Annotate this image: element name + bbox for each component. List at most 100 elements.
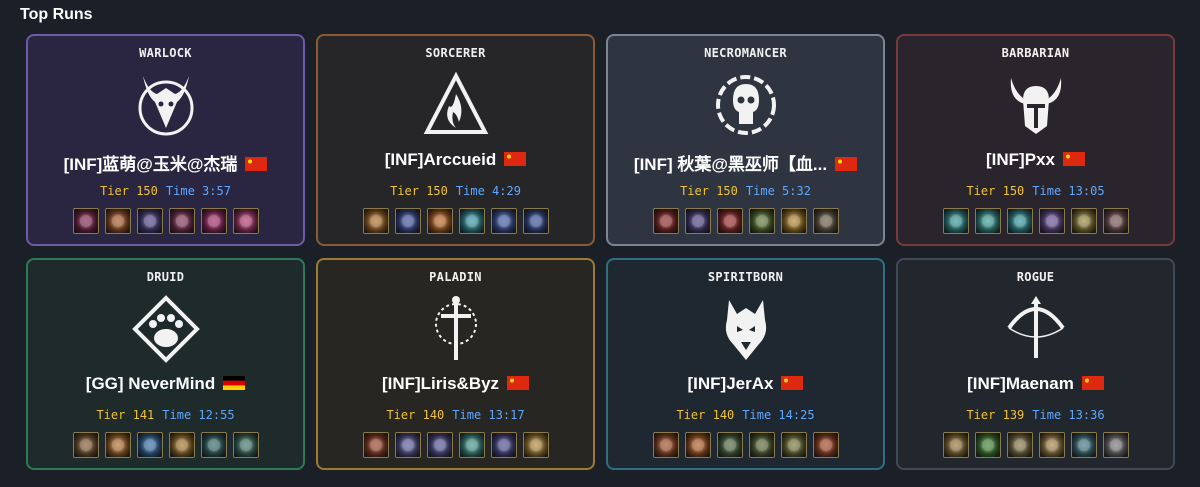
player-name: [INF]JerAx [608, 374, 883, 394]
class-name: PALADIN [429, 270, 482, 284]
run-card-necromancer[interactable]: NECROMANCER [INF] 秋葉@黑巫师【血... Tier 150 Ti… [606, 34, 885, 246]
skill-icon [394, 432, 421, 458]
skill-icon [104, 432, 131, 458]
china-flag-icon [1081, 376, 1104, 390]
run-card-barbarian[interactable]: BARBARIAN [INF]Pxx Tier 150 Time 13:05 [896, 34, 1175, 246]
player-name: [INF]Liris&Byz [318, 374, 593, 394]
warlock-emblem-icon [138, 76, 193, 136]
run-stats: Tier 150 Time 4:29 [318, 184, 593, 198]
skill-icon [426, 432, 453, 458]
skill-bar [898, 432, 1173, 458]
skill-icon [812, 432, 839, 458]
class-name: NECROMANCER [704, 46, 787, 60]
skill-icon [1102, 208, 1129, 234]
china-flag-icon [507, 376, 530, 390]
skill-icon [1006, 208, 1033, 234]
time-label: Time 14:25 [742, 408, 815, 422]
class-name: SPIRITBORN [707, 270, 784, 284]
time-label: Time 5:32 [745, 184, 811, 198]
skill-icon [426, 208, 453, 234]
skill-icon [684, 432, 711, 458]
spiritborn-emblem-icon [725, 300, 766, 360]
run-card-druid[interactable]: DRUID [GG] NeverMind Tier 141 Time 12:55 [26, 258, 305, 470]
player-name: [GG] NeverMind [28, 374, 303, 394]
class-name: ROGUE [1016, 270, 1055, 284]
run-stats: Tier 139 Time 13:36 [898, 408, 1173, 422]
barbarian-emblem-icon [1010, 78, 1061, 134]
tier-label: Tier 150 [390, 184, 448, 198]
player-name: [INF]蓝萌@玉米@杰瑞 [28, 150, 303, 175]
skill-icon [1006, 432, 1033, 458]
tier-label: Tier 150 [100, 184, 158, 198]
skill-bar [318, 432, 593, 458]
skill-icon [942, 208, 969, 234]
skill-icon [490, 432, 517, 458]
skill-icon [1038, 208, 1065, 234]
skill-icon [748, 432, 775, 458]
paladin-emblem-icon [434, 296, 477, 360]
run-card-warlock[interactable]: WARLOCK [INF]蓝萌@玉米@杰瑞 Tier 150 Time 3:57 [26, 34, 305, 246]
skill-icon [458, 432, 485, 458]
skill-icon [200, 208, 227, 234]
skill-icon [812, 208, 839, 234]
sorcerer-emblem-icon [423, 71, 488, 134]
tier-label: Tier 140 [676, 408, 735, 422]
run-stats: Tier 150 Time 5:32 [608, 184, 883, 198]
run-card-spiritborn[interactable]: SPIRITBORN [INF]JerAx Tier 140 Time 14:25 [606, 258, 885, 470]
skill-icon [780, 208, 807, 234]
run-stats: Tier 150 Time 13:05 [898, 184, 1173, 198]
run-stats: Tier 140 Time 14:25 [608, 408, 883, 422]
skill-icon [522, 208, 549, 234]
time-label: Time 13:36 [1032, 408, 1105, 422]
tier-label: Tier 150 [966, 184, 1025, 198]
skill-bar [318, 208, 593, 234]
skill-icon [1102, 432, 1129, 458]
druid-emblem-icon [131, 295, 200, 363]
run-stats: Tier 141 Time 12:55 [28, 408, 303, 422]
player-name: [INF]Maenam [898, 374, 1173, 394]
run-stats: Tier 150 Time 3:57 [28, 184, 303, 198]
skill-icon [748, 208, 775, 234]
china-flag-icon [781, 376, 804, 390]
skill-icon [72, 208, 99, 234]
skill-icon [652, 208, 679, 234]
skill-icon [522, 432, 549, 458]
run-card-sorcerer[interactable]: SORCERER [INF]Arccueid Tier 150 Time 4:29 [316, 34, 595, 246]
class-name: WARLOCK [139, 46, 192, 60]
run-card-paladin[interactable]: PALADIN [INF]Liris&Byz Tier 140 Time 13:1… [316, 258, 595, 470]
tier-label: Tier 141 [96, 408, 155, 422]
tier-label: Tier 150 [680, 184, 738, 198]
skill-icon [942, 432, 969, 458]
time-label: Time 12:55 [162, 408, 235, 422]
player-name: [INF] 秋葉@黑巫师【血... [608, 150, 883, 175]
skill-icon [974, 208, 1001, 234]
skill-icon [458, 208, 485, 234]
tier-label: Tier 139 [966, 408, 1025, 422]
time-label: Time 13:17 [452, 408, 525, 422]
china-flag-icon [835, 157, 858, 171]
skill-bar [898, 208, 1173, 234]
skill-icon [136, 208, 163, 234]
time-label: Time 4:29 [455, 184, 521, 198]
skill-icon [652, 432, 679, 458]
skill-icon [490, 208, 517, 234]
class-name: DRUID [146, 270, 185, 284]
page-title: Top Runs [20, 6, 93, 23]
skill-icon [394, 208, 421, 234]
skill-icon [1038, 432, 1065, 458]
skill-icon [200, 432, 227, 458]
skill-icon [232, 208, 259, 234]
skill-icon [716, 432, 743, 458]
run-card-rogue[interactable]: ROGUE [INF]Maenam Tier 139 Time 13:36 [896, 258, 1175, 470]
skill-icon [1070, 208, 1097, 234]
china-flag-icon [504, 152, 527, 166]
rogue-emblem-icon [1006, 296, 1065, 358]
skill-bar [28, 208, 303, 234]
time-label: Time 13:05 [1032, 184, 1105, 198]
tier-label: Tier 140 [386, 408, 445, 422]
skill-icon [716, 208, 743, 234]
skill-icon [362, 432, 389, 458]
skill-bar [608, 432, 883, 458]
skill-icon [1070, 432, 1097, 458]
time-label: Time 3:57 [165, 184, 231, 198]
